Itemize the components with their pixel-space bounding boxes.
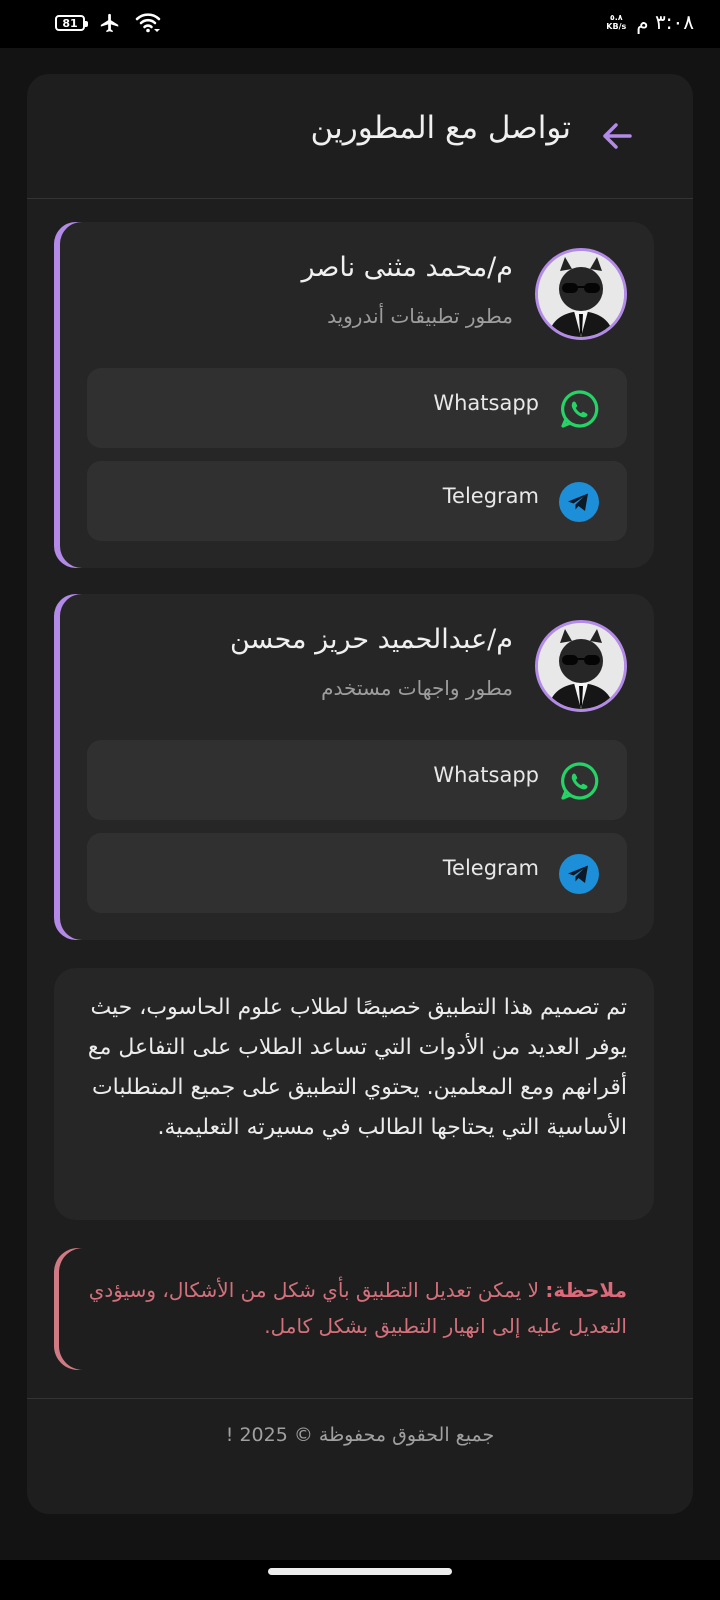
- avatar: [535, 248, 627, 340]
- warning-note: ملاحظة: لا يمكن تعديل التطبيق بأي شكل من…: [54, 1248, 654, 1370]
- clock: ٣:٠٨ م: [636, 10, 694, 34]
- network-speed-unit: KB/s: [606, 22, 627, 31]
- whatsapp-label: Whatsapp: [433, 763, 539, 787]
- battery-icon: 81: [55, 15, 88, 31]
- telegram-label: Telegram: [442, 856, 539, 880]
- network-speed: ٥.٨ KB/s: [606, 13, 626, 31]
- developer-name: م/محمد مثنى ناصر: [301, 252, 513, 283]
- whatsapp-label: Whatsapp: [433, 391, 539, 415]
- telegram-icon: [559, 482, 599, 522]
- note-text: ملاحظة: لا يمكن تعديل التطبيق بأي شكل من…: [84, 1272, 627, 1344]
- footer-divider: [27, 1398, 693, 1399]
- about-section: تم تصميم هذا التطبيق خصيصًا لطلاب علوم ا…: [54, 968, 654, 1220]
- whatsapp-icon: [561, 762, 599, 800]
- cat-in-suit-image: [538, 251, 624, 337]
- wifi-icon: [135, 13, 161, 33]
- telegram-button[interactable]: Telegram: [87, 833, 627, 913]
- cat-in-suit-image: [538, 623, 624, 709]
- copyright-footer: جميع الحقوق محفوظة © 2025 !: [225, 1424, 495, 1446]
- developer-name: م/عبدالحميد حريز محسن: [229, 624, 513, 655]
- developer-card: م/محمد مثنى ناصر مطور تطبيقات أندرويد Wh…: [54, 222, 654, 568]
- header: تواصل مع المطورين: [27, 74, 693, 199]
- main-card: تواصل مع المطورين م/محمد مثنى ناصر مطور …: [27, 74, 693, 1514]
- developer-role: مطور تطبيقات أندرويد: [327, 304, 513, 328]
- whatsapp-icon: [561, 390, 599, 428]
- network-speed-value: ٥.٨: [609, 13, 623, 22]
- developer-card: م/عبدالحميد حريز محسن مطور واجهات مستخدم…: [54, 594, 654, 940]
- status-bar: 81 ٥.٨ KB/s ٣:٠٨ م: [0, 0, 720, 48]
- telegram-label: Telegram: [442, 484, 539, 508]
- whatsapp-button[interactable]: Whatsapp: [87, 740, 627, 820]
- avatar: [535, 620, 627, 712]
- airplane-mode-icon: [100, 13, 119, 33]
- page-title: تواصل مع المطورين: [310, 110, 572, 146]
- arrow-back-icon[interactable]: [597, 116, 637, 156]
- whatsapp-button[interactable]: Whatsapp: [87, 368, 627, 448]
- telegram-icon: [559, 854, 599, 894]
- battery-level: 81: [62, 16, 78, 30]
- note-label: ملاحظة:: [545, 1278, 627, 1302]
- home-gesture-handle[interactable]: [268, 1568, 452, 1575]
- telegram-button[interactable]: Telegram: [87, 461, 627, 541]
- status-icons-left: 81: [55, 12, 161, 34]
- navigation-bar: [0, 1560, 720, 1600]
- about-text: تم تصميم هذا التطبيق خصيصًا لطلاب علوم ا…: [87, 995, 627, 1140]
- developer-role: مطور واجهات مستخدم: [321, 676, 513, 700]
- status-icons-right: ٥.٨ KB/s ٣:٠٨ م: [606, 10, 694, 34]
